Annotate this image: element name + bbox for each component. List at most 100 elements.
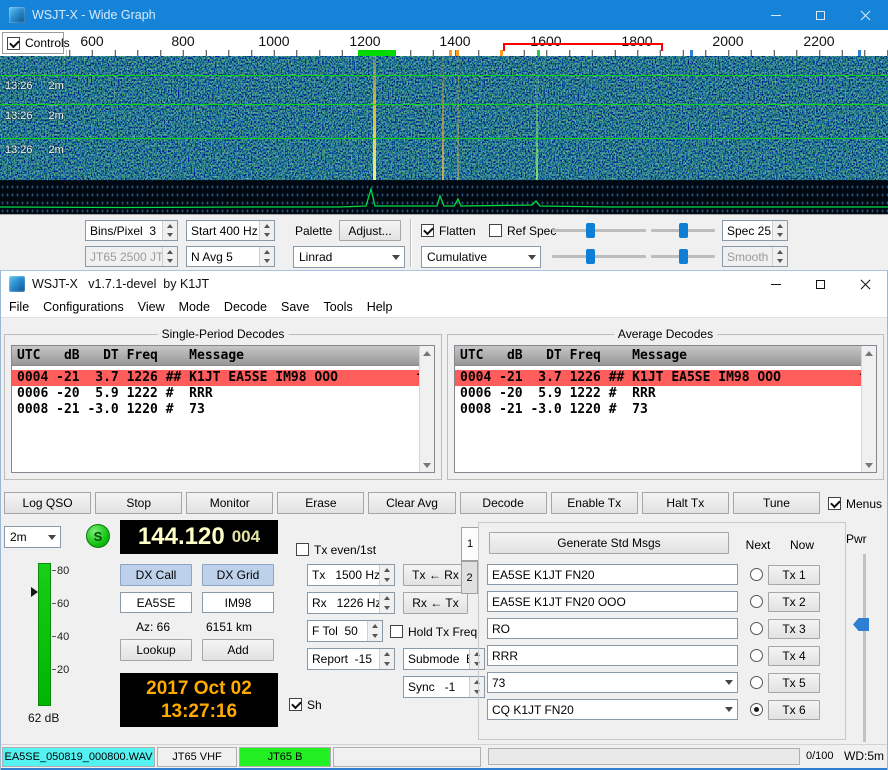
menu-decode[interactable]: Decode (217, 297, 274, 317)
decode-row[interactable]: 0006 -20 5.9 1222 # RRR (12, 386, 419, 402)
scroll-up-icon[interactable] (423, 346, 431, 360)
report-spinner[interactable]: Report -15 (307, 648, 395, 670)
pwr-slider[interactable] (850, 554, 872, 742)
dx-call-button[interactable]: DX Call (120, 564, 192, 586)
decode-row[interactable]: 0008 -21 -3.0 1220 # 73 (12, 402, 419, 418)
scroll-down-icon[interactable] (865, 458, 873, 472)
distance-label: 6151 km (206, 620, 252, 634)
tx5-now-button[interactable]: Tx 5 (768, 673, 820, 693)
menu-file[interactable]: File (2, 297, 36, 317)
close-button[interactable] (843, 271, 888, 297)
f-tol-spinner[interactable]: F Tol 50 (307, 620, 383, 642)
menu-view[interactable]: View (131, 297, 172, 317)
tx1-message-field[interactable]: EA5SE K1JT FN20 (487, 564, 738, 585)
spinner-buttons[interactable] (379, 593, 394, 613)
tx6-next-radio[interactable] (750, 703, 763, 716)
checkbox-icon (296, 543, 309, 556)
log-qso-button[interactable]: Log QSO (4, 492, 91, 514)
spinner-buttons[interactable] (367, 621, 382, 641)
dx-call-field[interactable]: EA5SE (120, 592, 192, 613)
status-bar: EA5SE_050819_000800.WAV JT65 VHF JT65 B … (0, 744, 888, 770)
tx3-message-field[interactable]: RO (487, 618, 738, 639)
add-button[interactable]: Add (202, 639, 274, 661)
menus-checkbox[interactable]: Menus (828, 496, 882, 511)
slider-handle-icon[interactable] (853, 618, 869, 631)
spin-up-icon[interactable] (379, 593, 394, 603)
scrollbar[interactable] (861, 346, 876, 472)
spinner-buttons[interactable] (379, 565, 394, 585)
enable-tx-button[interactable]: Enable Tx (551, 492, 638, 514)
tx4-next-radio[interactable] (750, 649, 763, 662)
decode-row[interactable]: 0004 -21 3.7 1226 ## K1JT EA5SE IM98 OOO… (455, 370, 861, 386)
dx-grid-button[interactable]: DX Grid (202, 564, 274, 586)
tune-button[interactable]: Tune (733, 492, 820, 514)
meter-tick (52, 636, 56, 637)
tx-even-checkbox[interactable]: Tx even/1st (296, 542, 376, 557)
clear-avg-button[interactable]: Clear Avg (368, 492, 455, 514)
tx-from-rx-button[interactable]: Tx ← Rx (403, 564, 468, 586)
tx3-now-button[interactable]: Tx 3 (768, 619, 820, 639)
menu-tools[interactable]: Tools (317, 297, 360, 317)
maximize-button[interactable] (798, 271, 843, 297)
decode-button[interactable]: Decode (460, 492, 547, 514)
tx6-message-combo[interactable]: CQ K1JT FN20 (487, 699, 738, 720)
tx1-next-radio[interactable] (750, 568, 763, 581)
spin-up-icon[interactable] (379, 565, 394, 575)
tab-messages-2[interactable]: 2 (461, 561, 478, 594)
tx6-now-button[interactable]: Tx 6 (768, 700, 820, 720)
tab-messages-1[interactable]: 1 (461, 527, 478, 561)
sync-spinner[interactable]: Sync -1 (403, 676, 485, 698)
decode-row[interactable]: 0006 -20 5.9 1222 # RRR (455, 386, 861, 402)
scrollbar[interactable] (419, 346, 434, 472)
menu-configurations[interactable]: Configurations (36, 297, 131, 317)
group-title: Average Decodes (614, 327, 717, 341)
rx-from-tx-button[interactable]: Rx ← Tx (403, 592, 468, 614)
lookup-button[interactable]: Lookup (120, 639, 192, 661)
scroll-up-icon[interactable] (865, 346, 873, 360)
tx2-message-field[interactable]: EA5SE K1JT FN20 OOO (487, 591, 738, 612)
close-icon (860, 279, 871, 290)
minimize-button[interactable] (753, 271, 798, 297)
dx-grid-field[interactable]: IM98 (202, 592, 274, 613)
decode-row[interactable]: 0004 -21 3.7 1226 ## K1JT EA5SE IM98 OOO… (12, 370, 419, 386)
tx4-message-field[interactable]: RRR (487, 645, 738, 666)
halt-tx-button[interactable]: Halt Tx (642, 492, 729, 514)
rx-freq-spinner[interactable]: Rx 1226 Hz (307, 592, 395, 614)
tx1-now-button[interactable]: Tx 1 (768, 565, 820, 585)
dropdown-arrow-icon[interactable] (721, 673, 737, 692)
tx2-next-radio[interactable] (750, 595, 763, 608)
slider-track[interactable] (863, 554, 866, 742)
spinner-buttons[interactable] (379, 649, 394, 669)
spin-up-icon[interactable] (379, 649, 394, 659)
scroll-down-icon[interactable] (423, 458, 431, 472)
menu-save[interactable]: Save (274, 297, 317, 317)
main-titlebar[interactable]: WSJT-X v1.7.1-devel by K1JT (0, 270, 888, 297)
tx-even-label: Tx even/1st (314, 543, 376, 557)
submode-spinner[interactable]: Submode B (403, 648, 485, 670)
tx-freq-spinner[interactable]: Tx 1500 Hz (307, 564, 395, 586)
spin-down-icon[interactable] (379, 603, 394, 613)
dropdown-arrow-icon[interactable] (721, 700, 737, 719)
menu-mode[interactable]: Mode (172, 297, 217, 317)
generate-std-msgs-button[interactable]: Generate Std Msgs (489, 532, 729, 554)
erase-button[interactable]: Erase (277, 492, 364, 514)
monitor-button[interactable]: Monitor (186, 492, 273, 514)
dropdown-arrow-icon[interactable] (44, 527, 60, 547)
tx2-now-button[interactable]: Tx 2 (768, 592, 820, 612)
stop-button[interactable]: Stop (95, 492, 182, 514)
spin-up-icon[interactable] (367, 621, 382, 631)
sh-checkbox[interactable]: Sh (289, 697, 322, 712)
tx4-now-button[interactable]: Tx 4 (768, 646, 820, 666)
spin-down-icon[interactable] (379, 575, 394, 585)
tx1-message-value: EA5SE K1JT FN20 (488, 568, 737, 582)
decode-row[interactable]: 0008 -21 -3.0 1220 # 73 (455, 402, 861, 418)
tx5-next-radio[interactable] (750, 676, 763, 689)
menu-help[interactable]: Help (360, 297, 400, 317)
spin-down-icon[interactable] (367, 631, 382, 641)
band-select-combo[interactable]: 2m (4, 526, 61, 548)
spin-down-icon[interactable] (379, 659, 394, 669)
decode-header: UTC dB DT Freq Message (455, 346, 861, 366)
tx3-next-radio[interactable] (750, 622, 763, 635)
hold-tx-freq-checkbox[interactable]: Hold Tx Freq (390, 624, 477, 639)
tx5-message-combo[interactable]: 73 (487, 672, 738, 693)
